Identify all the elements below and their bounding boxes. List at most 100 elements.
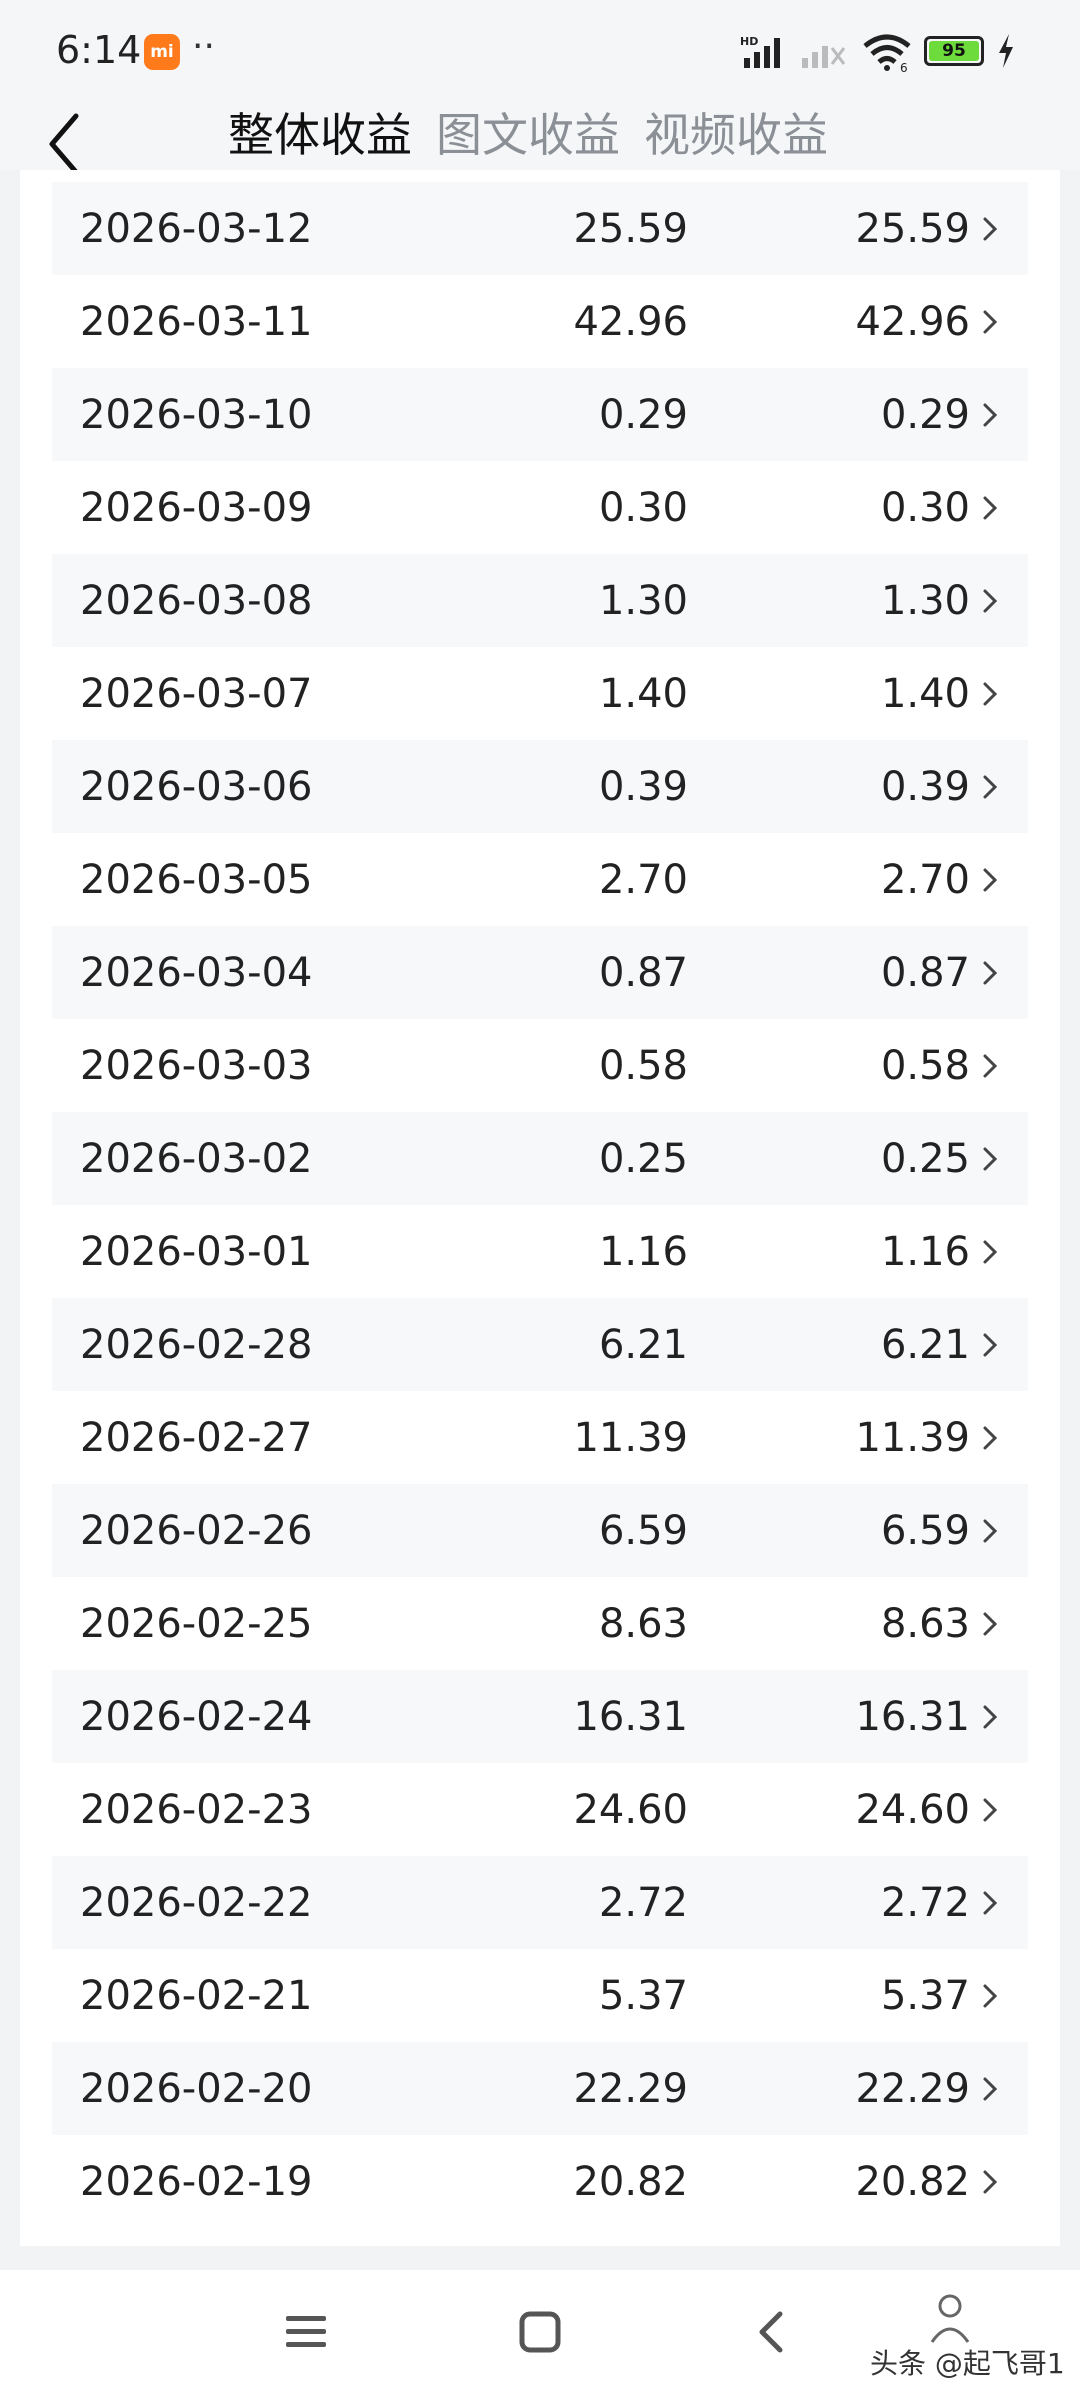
table-row[interactable]: 2026-03-02 0.25 0.25 (52, 1112, 1028, 1205)
table-row[interactable]: 2026-03-08 1.30 1.30 (52, 554, 1028, 647)
row-date: 2026-02-28 (80, 1321, 313, 1368)
row-total-income: 1.30 (598, 577, 688, 624)
tab-video-income[interactable]: 视频收益 (644, 100, 852, 170)
chevron-right-icon (983, 1705, 998, 1729)
row-date: 2026-02-22 (80, 1879, 313, 1926)
table-row[interactable]: 2026-02-20 22.29 22.29 (52, 2042, 1028, 2135)
chevron-right-icon (983, 589, 998, 613)
watermark-text: 头条 @起飞哥1 (870, 2347, 1065, 2380)
table-row[interactable]: 2026-03-03 0.58 0.58 (52, 1019, 1028, 1112)
table-row[interactable]: 2026-02-22 2.72 2.72 (52, 1856, 1028, 1949)
row-article-income: 2.70 (880, 856, 970, 903)
row-total-income: 8.63 (598, 1600, 688, 1647)
header: 整体收益 图文收益 视频收益 (0, 100, 1080, 175)
battery-level: 95 (929, 41, 979, 61)
table-row[interactable]: 2026-03-11 42.96 42.96 (52, 275, 1028, 368)
row-total-income: 0.39 (598, 763, 688, 810)
table-row[interactable]: 2026-02-21 5.37 5.37 (52, 1949, 1028, 2042)
table-row[interactable]: 2026-02-28 6.21 6.21 (52, 1298, 1028, 1391)
clock: 6:14 (56, 28, 142, 72)
table-row[interactable]: 2026-03-07 1.40 1.40 (52, 647, 1028, 740)
row-total-income: 24.60 (573, 1786, 688, 1833)
row-total-income: 0.25 (598, 1135, 688, 1182)
row-total-income: 25.59 (573, 205, 688, 252)
row-total-income: 6.21 (598, 1321, 688, 1368)
table-row[interactable]: 2026-02-25 8.63 8.63 (52, 1577, 1028, 1670)
row-date: 2026-02-23 (80, 1786, 313, 1833)
row-total-income: 0.58 (598, 1042, 688, 1089)
row-date: 2026-02-27 (80, 1414, 313, 1461)
menu-icon[interactable] (282, 2308, 330, 2360)
table-row[interactable]: 2026-03-12 25.59 25.59 (52, 182, 1028, 275)
table-row[interactable]: 2026-03-04 0.87 0.87 (52, 926, 1028, 1019)
chevron-right-icon (983, 1984, 998, 2008)
chevron-right-icon (983, 403, 998, 427)
income-table-card: 2026-03-12 25.59 25.59 2026-03-11 42.96 42.96… (20, 170, 1060, 2246)
row-date: 2026-02-26 (80, 1507, 313, 1554)
row-date: 2026-03-11 (80, 298, 313, 345)
status-bar: 6:14 mi ·· HD 6 95 (0, 0, 1080, 100)
tab-bar: 整体收益 图文收益 视频收益 (228, 100, 852, 170)
row-total-income: 2.70 (598, 856, 688, 903)
row-date: 2026-03-07 (80, 670, 313, 717)
row-date: 2026-02-24 (80, 1693, 313, 1740)
table-row[interactable]: 2026-02-19 20.82 20.82 (52, 2135, 1028, 2228)
row-date: 2026-03-02 (80, 1135, 313, 1182)
row-total-income: 42.96 (573, 298, 688, 345)
row-article-income: 8.63 (880, 1600, 970, 1647)
table-row[interactable]: 2026-03-09 0.30 0.30 (52, 461, 1028, 554)
row-article-income: 20.82 (855, 2158, 970, 2205)
table-row[interactable]: 2026-02-24 16.31 16.31 (52, 1670, 1028, 1763)
row-date: 2026-03-08 (80, 577, 313, 624)
row-total-income: 20.82 (573, 2158, 688, 2205)
row-article-income: 0.29 (880, 391, 970, 438)
table-row[interactable]: 2026-02-27 11.39 11.39 (52, 1391, 1028, 1484)
mi-app-icon: mi (144, 34, 180, 70)
chevron-right-icon (983, 961, 998, 985)
chevron-right-icon (983, 1426, 998, 1450)
svg-text:6: 6 (900, 61, 908, 72)
row-date: 2026-03-09 (80, 484, 313, 531)
charging-bolt-icon (996, 32, 1016, 74)
row-date: 2026-02-20 (80, 2065, 313, 2112)
more-notifications-icon: ·· (192, 26, 215, 67)
row-total-income: 11.39 (573, 1414, 688, 1461)
tab-article-income[interactable]: 图文收益 (436, 100, 644, 170)
row-date: 2026-03-12 (80, 205, 313, 252)
table-row[interactable]: 2026-02-23 24.60 24.60 (52, 1763, 1028, 1856)
back-button[interactable] (40, 108, 90, 175)
chevron-right-icon (983, 1798, 998, 1822)
table-row[interactable]: 2026-02-26 6.59 6.59 (52, 1484, 1028, 1577)
table-row[interactable]: 2026-03-05 2.70 2.70 (52, 833, 1028, 926)
signal-hd-icon: HD (740, 34, 794, 74)
svg-text:HD: HD (740, 35, 758, 48)
home-icon[interactable] (516, 2308, 564, 2360)
income-table: 2026-03-12 25.59 25.59 2026-03-11 42.96 42.96… (52, 182, 1028, 2228)
row-article-income: 6.21 (880, 1321, 970, 1368)
row-date: 2026-03-10 (80, 391, 313, 438)
row-total-income: 0.87 (598, 949, 688, 996)
row-article-income: 5.37 (880, 1972, 970, 2019)
row-total-income: 5.37 (598, 1972, 688, 2019)
row-date: 2026-03-06 (80, 763, 313, 810)
chevron-right-icon (983, 1147, 998, 1171)
tab-overall-income[interactable]: 整体收益 (228, 100, 436, 170)
chevron-right-icon (983, 682, 998, 706)
chevron-left-icon (49, 113, 79, 175)
chevron-right-icon (983, 1612, 998, 1636)
row-article-income: 25.59 (855, 205, 970, 252)
table-row[interactable]: 2026-03-10 0.29 0.29 (52, 368, 1028, 461)
chevron-right-icon (983, 868, 998, 892)
row-date: 2026-03-01 (80, 1228, 313, 1275)
row-article-income: 0.25 (880, 1135, 970, 1182)
row-article-income: 0.58 (880, 1042, 970, 1089)
nav-back-icon[interactable] (752, 2308, 792, 2360)
chevron-right-icon (983, 1333, 998, 1357)
chevron-right-icon (983, 1891, 998, 1915)
table-row[interactable]: 2026-03-06 0.39 0.39 (52, 740, 1028, 833)
table-row[interactable]: 2026-03-01 1.16 1.16 (52, 1205, 1028, 1298)
row-date: 2026-02-19 (80, 2158, 313, 2205)
row-date: 2026-03-04 (80, 949, 313, 996)
row-article-income: 42.96 (855, 298, 970, 345)
chevron-right-icon (983, 310, 998, 334)
